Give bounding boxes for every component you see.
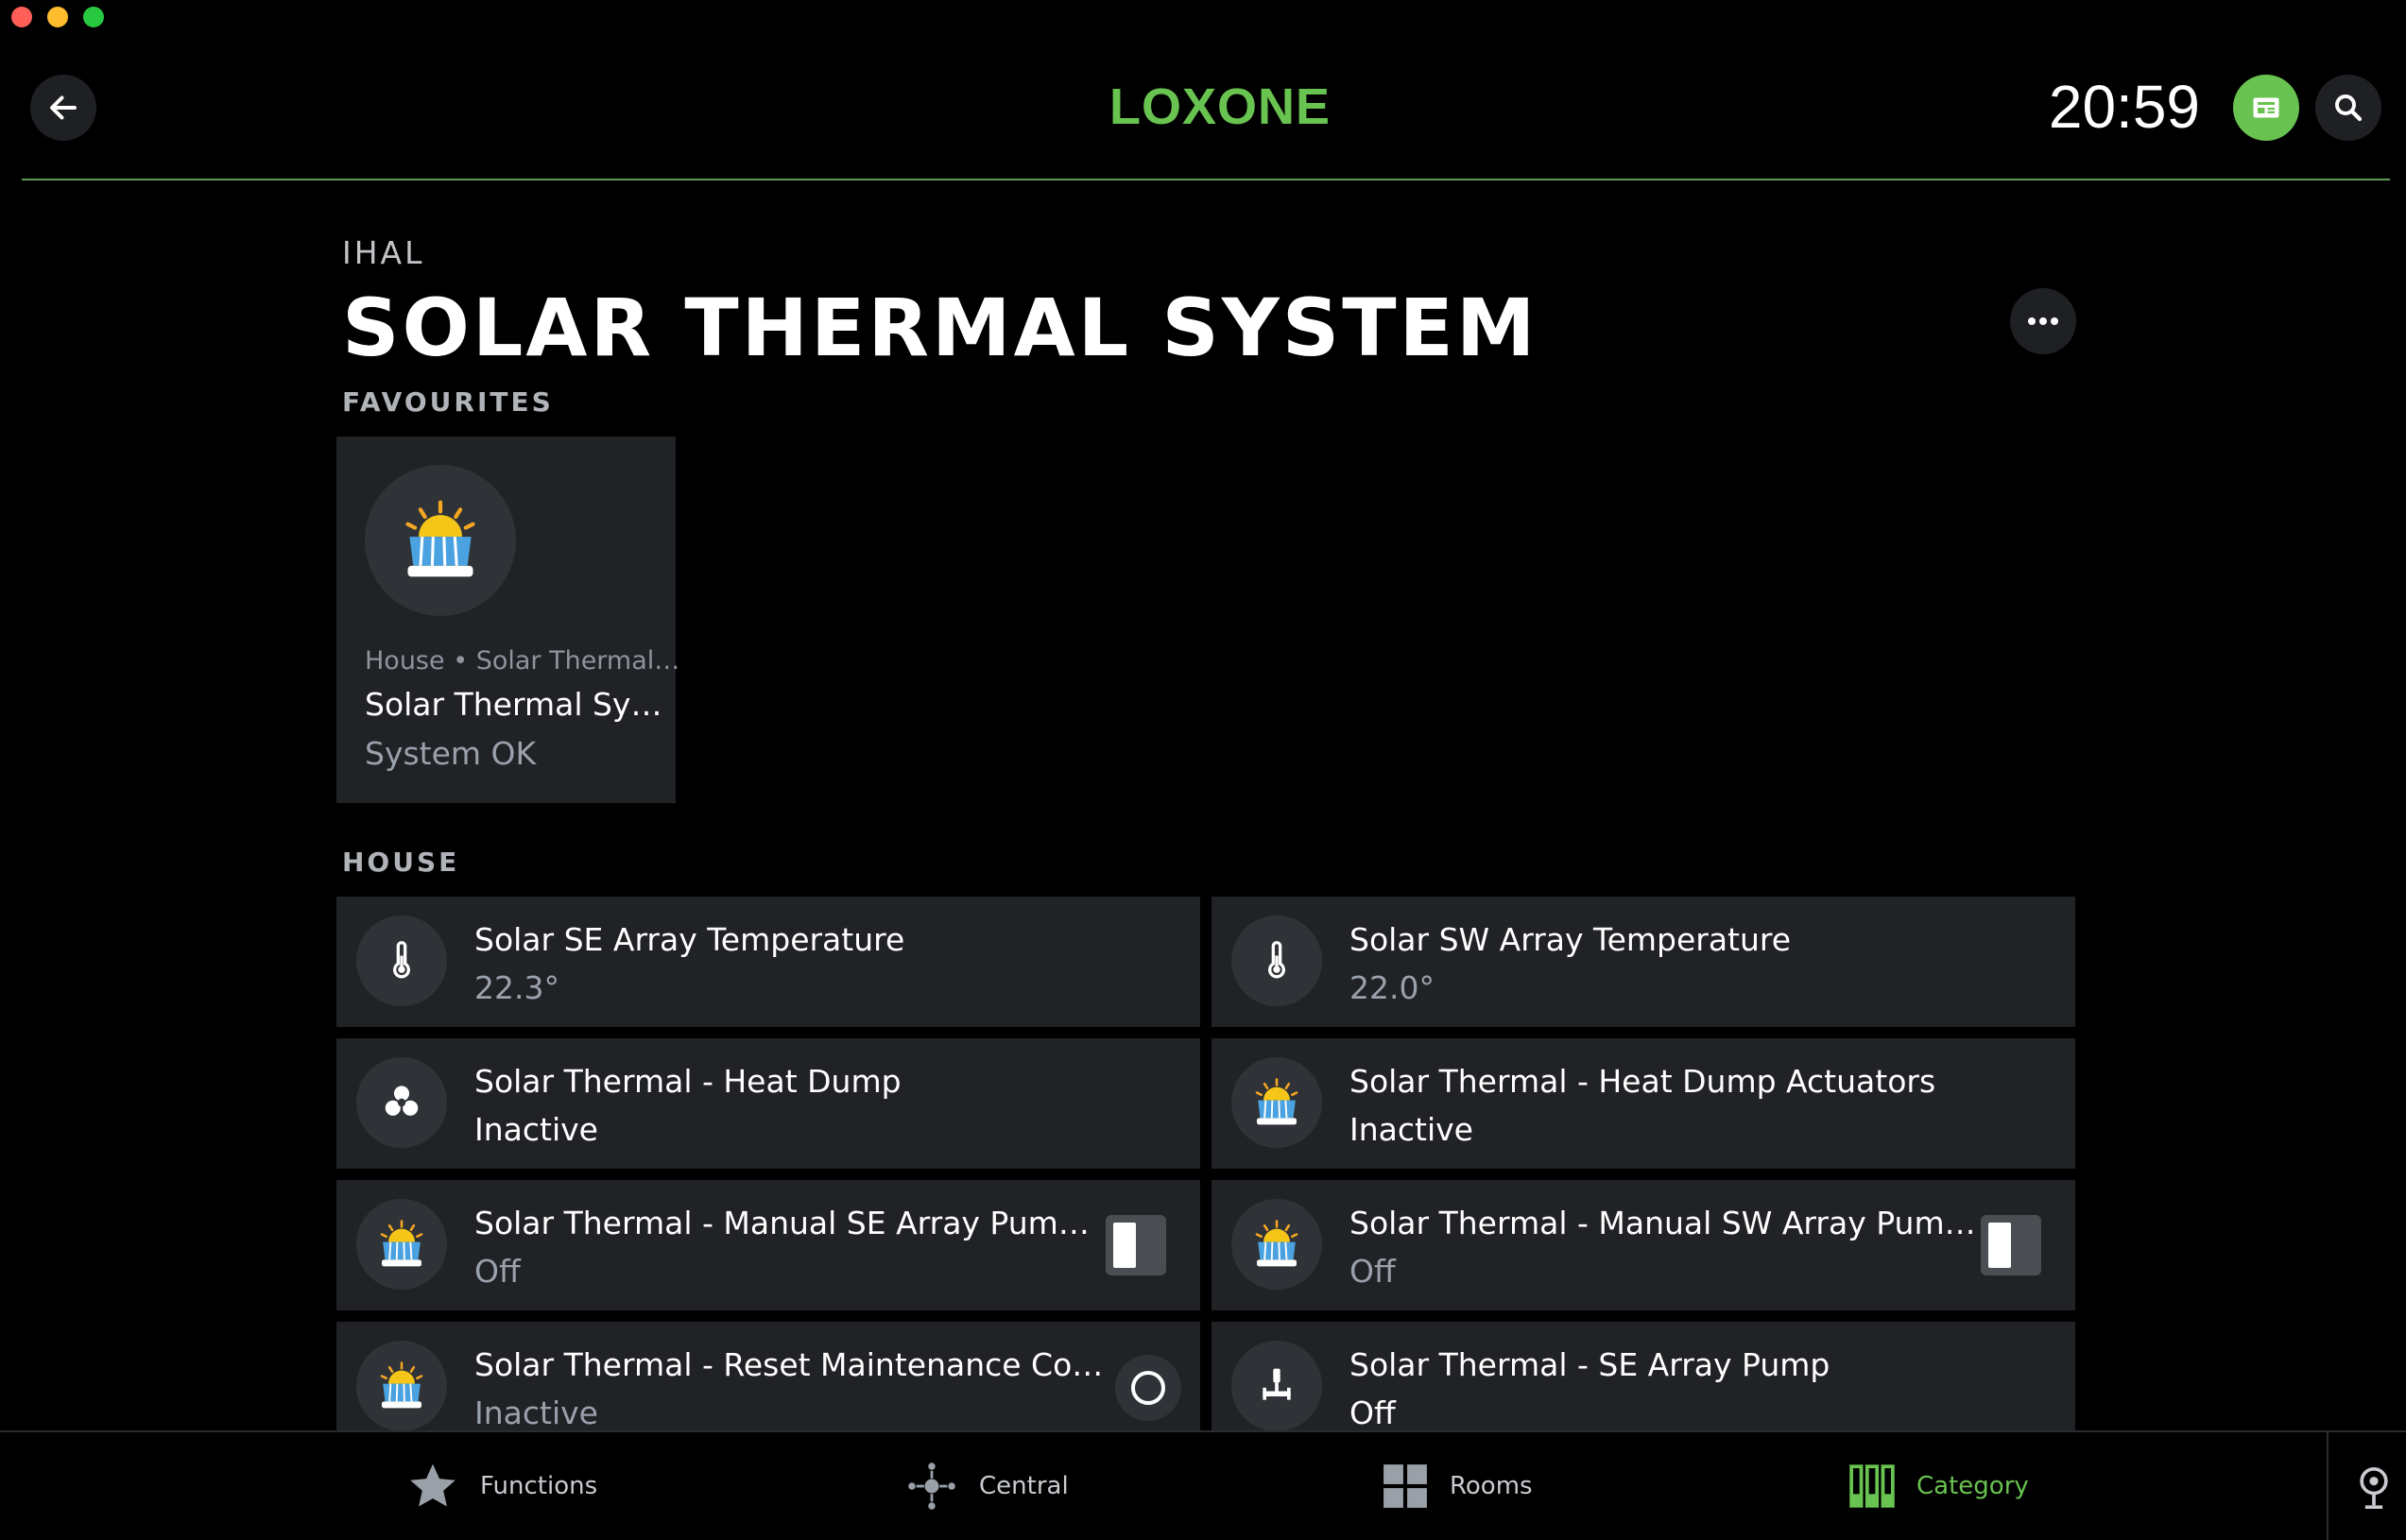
pushbutton-control[interactable]	[1115, 1355, 1181, 1421]
arrow-left-icon	[50, 95, 77, 120]
control-tile-manual-se-array-pump[interactable]: Solar Thermal - Manual SE Array Pum… Off	[336, 1180, 1200, 1310]
favourite-card[interactable]: House • Solar Thermal… Solar Thermal Sy……	[336, 436, 680, 803]
tab-label: Category	[1916, 1472, 2029, 1500]
control-tile-heat-dump-actuators[interactable]: Solar Thermal - Heat Dump Actuators Inac…	[1212, 1038, 2075, 1169]
loxone-logo: LOXONE	[1109, 78, 1332, 135]
bottom-tab-bar: Functions Central Rooms Category	[0, 1430, 2406, 1540]
tile-icon	[356, 1199, 447, 1290]
tab-label: Functions	[480, 1472, 598, 1500]
star-icon	[410, 1463, 455, 1507]
tile-name: Solar Thermal - Reset Maintenance Co…	[474, 1346, 1104, 1383]
location-button[interactable]	[2353, 1464, 2395, 1515]
toggle-switch[interactable]	[1106, 1215, 1166, 1275]
tile-icon	[1231, 915, 1322, 1006]
favourite-card-icon	[365, 465, 516, 616]
tile-state: Inactive	[474, 1111, 598, 1148]
breadcrumb: IHAL	[342, 234, 425, 271]
solar-thermal-icon	[405, 500, 475, 577]
solar-thermal-icon	[380, 1361, 423, 1409]
thermometer-icon	[393, 941, 410, 979]
tile-name: Solar Thermal - Heat Dump Actuators	[1349, 1063, 1936, 1100]
search-icon	[2335, 94, 2363, 122]
control-tile-reset-maintenance[interactable]: Solar Thermal - Reset Maintenance Co… In…	[336, 1322, 1200, 1430]
solar-thermal-icon	[380, 1220, 423, 1267]
tile-state: Off	[1349, 1253, 1396, 1290]
section-label-favourites: FAVOURITES	[342, 386, 554, 418]
pump-icon	[1263, 1368, 1291, 1400]
tile-icon	[356, 915, 447, 1006]
control-tile-se-array-pump[interactable]: Solar Thermal - SE Array Pump Off	[1212, 1322, 2075, 1430]
more-dots-icon	[2028, 317, 2058, 325]
search-button[interactable]	[2315, 75, 2381, 141]
page-title: SOLAR THERMAL SYSTEM	[342, 282, 1538, 374]
tab-rooms[interactable]: Rooms	[1382, 1432, 1533, 1540]
top-bar: LOXONE 20:59	[0, 0, 2406, 182]
tile-icon	[1231, 1341, 1322, 1430]
fan-icon	[385, 1086, 419, 1116]
favourite-location: House • Solar Thermal…	[365, 646, 680, 676]
tile-name: Solar SE Array Temperature	[474, 921, 905, 958]
solar-thermal-icon	[1255, 1078, 1298, 1125]
location-pin-icon	[2360, 1467, 2388, 1509]
tab-category[interactable]: Category	[1848, 1432, 2029, 1540]
tile-name: Solar Thermal - Heat Dump	[474, 1063, 902, 1100]
toggle-switch[interactable]	[1981, 1215, 2041, 1275]
control-tile-manual-sw-array-pump[interactable]: Solar Thermal - Manual SW Array Pum… Off	[1212, 1180, 2075, 1310]
tile-state: Off	[1349, 1395, 1396, 1430]
tile-name: Solar SW Array Temperature	[1349, 921, 1792, 958]
notifications-button[interactable]	[2233, 75, 2299, 141]
rooms-icon	[1383, 1464, 1427, 1508]
tab-functions[interactable]: Functions	[406, 1432, 597, 1540]
control-tile-sw-array-temperature[interactable]: Solar SW Array Temperature 22.0°	[1212, 897, 2075, 1027]
favourite-status: System OK	[365, 735, 537, 772]
tile-icon	[1231, 1199, 1322, 1290]
tile-state: Off	[474, 1253, 521, 1290]
control-tile-se-array-temperature[interactable]: Solar SE Array Temperature 22.3°	[336, 897, 1200, 1027]
circle-icon	[1131, 1371, 1165, 1405]
tab-central[interactable]: Central	[905, 1432, 1069, 1540]
central-icon	[908, 1463, 955, 1510]
tab-label: Rooms	[1450, 1472, 1533, 1500]
tile-state: 22.3°	[474, 969, 559, 1006]
category-icon	[1849, 1464, 1895, 1508]
section-label-house: HOUSE	[342, 847, 460, 878]
tab-label: Central	[979, 1472, 1069, 1500]
header-divider	[22, 179, 2390, 180]
tab-bar-divider	[2327, 1432, 2329, 1540]
more-options-button[interactable]	[2010, 288, 2076, 354]
solar-thermal-icon	[1255, 1220, 1298, 1267]
tile-icon	[356, 1057, 447, 1148]
thermometer-icon	[1268, 941, 1285, 979]
tile-name: Solar Thermal - Manual SW Array Pum…	[1349, 1205, 1976, 1241]
back-button[interactable]	[30, 75, 96, 141]
tile-state: Inactive	[474, 1395, 598, 1430]
tile-state: 22.0°	[1349, 969, 1435, 1006]
tile-name: Solar Thermal - Manual SE Array Pum…	[474, 1205, 1090, 1241]
tile-icon	[356, 1341, 447, 1430]
tile-icon	[1231, 1057, 1322, 1148]
news-icon	[2253, 97, 2279, 118]
tile-state: Inactive	[1349, 1111, 1473, 1148]
control-tile-heat-dump[interactable]: Solar Thermal - Heat Dump Inactive	[336, 1038, 1200, 1169]
clock: 20:59	[2048, 73, 2200, 141]
house-controls-grid: Solar SE Array Temperature 22.3° Solar S…	[336, 897, 2075, 1430]
favourite-name: Solar Thermal Sy…	[365, 686, 662, 723]
tile-name: Solar Thermal - SE Array Pump	[1349, 1346, 1830, 1383]
